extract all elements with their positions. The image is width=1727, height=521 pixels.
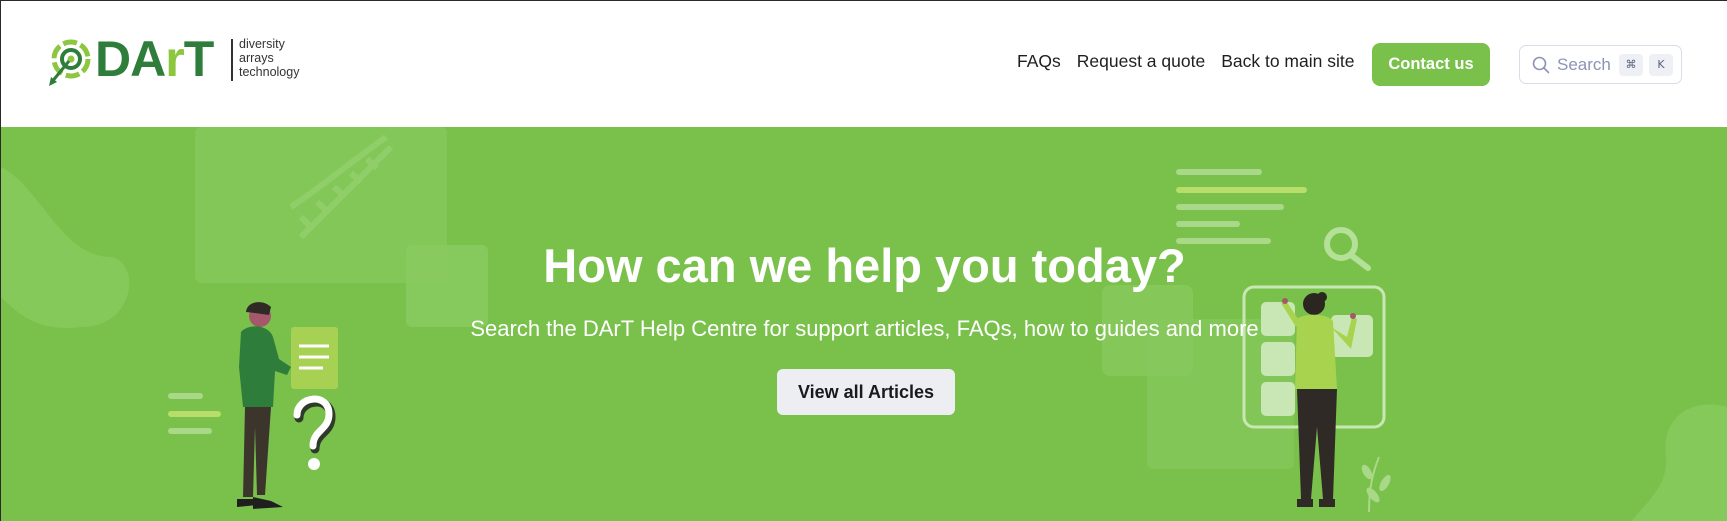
site-header: DArT diversity arrays technology FAQs Re… <box>1 1 1727 127</box>
logo-tagline: diversity arrays technology <box>239 37 299 79</box>
hero-title: How can we help you today? <box>543 239 1186 292</box>
nav-link-faqs[interactable]: FAQs <box>1017 51 1061 72</box>
target-arrow-icon <box>49 39 91 86</box>
contact-us-button[interactable]: Contact us <box>1372 43 1490 86</box>
background-blob <box>1631 404 1727 521</box>
hero-subtitle: Search the DArT Help Centre for support … <box>470 316 1259 341</box>
page-frame: DArT diversity arrays technology FAQs Re… <box>0 0 1727 521</box>
tagline-line: arrays <box>239 51 274 65</box>
top-nav: FAQs Request a quote Back to main site <box>1017 51 1354 72</box>
search-input[interactable]: Search ⌘ K <box>1519 45 1682 84</box>
tagline-line: technology <box>239 65 300 79</box>
nav-link-request-quote[interactable]: Request a quote <box>1077 51 1205 72</box>
shortcut-key-k: K <box>1649 54 1673 76</box>
shortcut-key-cmd: ⌘ <box>1619 54 1643 76</box>
nav-link-back-to-main-site[interactable]: Back to main site <box>1221 51 1354 72</box>
tagline-line: diversity <box>239 37 285 51</box>
logo-divider <box>231 39 233 81</box>
decorative-text-lines <box>1176 169 1307 244</box>
dart-logo[interactable]: DArT diversity arrays technology <box>47 31 317 95</box>
search-placeholder: Search <box>1557 55 1611 74</box>
logo-wordmark: DArT <box>95 31 214 87</box>
plant-icon <box>1361 456 1391 513</box>
view-all-articles-button[interactable]: View all Articles <box>777 369 955 415</box>
decorative-text-lines-left <box>168 393 221 434</box>
question-mark-icon <box>293 395 336 470</box>
hero-banner: How can we help you today? Search the DA… <box>1 127 1727 521</box>
search-icon <box>1532 56 1550 74</box>
